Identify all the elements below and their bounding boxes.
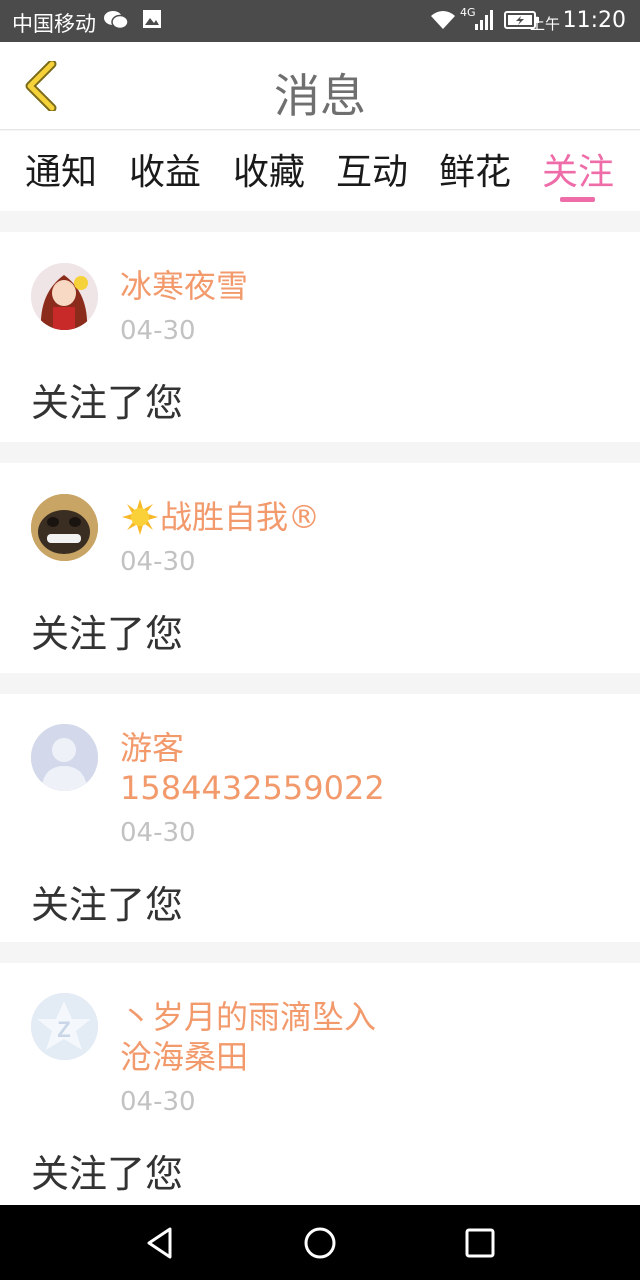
message-text: 关注了您 xyxy=(31,883,184,927)
avatar[interactable] xyxy=(31,724,98,791)
username-line-1[interactable]: 游客 xyxy=(120,728,184,768)
triangle-back-icon xyxy=(147,1227,172,1259)
carrier-label: 中国移动 xyxy=(12,12,96,36)
message-text: 关注了您 xyxy=(31,381,184,425)
tab-flowers[interactable]: 鲜花 xyxy=(439,143,511,195)
tab-bar: 通知 收益 收藏 互动 鲜花 关注 xyxy=(0,131,640,211)
qzone-avatar-icon: Z xyxy=(31,993,98,1060)
timestamp: 04-30 xyxy=(120,547,196,577)
message-text: 关注了您 xyxy=(31,1152,184,1196)
page-title: 消息 xyxy=(274,69,366,123)
signal-icon xyxy=(474,9,494,35)
nav-home-button[interactable] xyxy=(300,1223,340,1263)
anime-girl-avatar-icon xyxy=(31,263,98,330)
pug-avatar-icon xyxy=(31,494,98,561)
wechat-icon xyxy=(103,9,129,35)
sun-emoji-icon xyxy=(122,499,158,535)
list-item[interactable]: Z 丶岁月的雨滴坠入 沧海桑田 04-30 关注了您 xyxy=(0,963,640,1205)
image-icon xyxy=(142,9,162,33)
username-row[interactable]: 战胜自我® xyxy=(120,497,320,537)
timestamp: 04-30 xyxy=(120,1087,196,1117)
square-recents-icon xyxy=(465,1228,495,1258)
avatar[interactable] xyxy=(31,494,98,561)
circle-home-icon xyxy=(304,1227,336,1259)
status-bar: 中国移动 4G 上午 11:20 xyxy=(0,0,640,42)
list-item[interactable]: 战胜自我® 04-30 关注了您 xyxy=(0,463,640,673)
tab-interactions[interactable]: 互动 xyxy=(336,143,408,195)
clock-label: 11:20 xyxy=(562,8,626,33)
nav-recents-button[interactable] xyxy=(460,1223,500,1263)
username[interactable]: 冰寒夜雪 xyxy=(120,266,248,306)
username[interactable]: 战胜自我® xyxy=(160,497,320,537)
ampm-label: 上午 xyxy=(529,15,560,33)
username-line-1[interactable]: 丶岁月的雨滴坠入 xyxy=(120,997,376,1037)
wifi-icon xyxy=(430,9,456,35)
system-nav-bar xyxy=(0,1205,640,1280)
tab-notifications[interactable]: 通知 xyxy=(25,143,97,195)
tab-earnings[interactable]: 收益 xyxy=(129,143,201,195)
tab-favorites[interactable]: 收藏 xyxy=(233,143,305,195)
username-line-2[interactable]: 沧海桑田 xyxy=(120,1037,248,1077)
header: 消息 xyxy=(0,42,640,130)
avatar[interactable]: Z xyxy=(31,993,98,1060)
default-user-avatar-icon xyxy=(31,724,98,791)
list-item[interactable]: 冰寒夜雪 04-30 关注了您 xyxy=(0,232,640,442)
active-tab-indicator xyxy=(560,197,595,202)
list-item[interactable]: 游客 1584432559022 04-30 关注了您 xyxy=(0,694,640,942)
svg-text:Z: Z xyxy=(57,1017,70,1042)
timestamp: 04-30 xyxy=(120,316,196,346)
avatar[interactable] xyxy=(31,263,98,330)
message-text: 关注了您 xyxy=(31,612,184,656)
username-line-2[interactable]: 1584432559022 xyxy=(120,768,385,808)
timestamp: 04-30 xyxy=(120,818,196,848)
tab-follows[interactable]: 关注 xyxy=(542,143,614,195)
nav-back-button[interactable] xyxy=(140,1223,180,1263)
